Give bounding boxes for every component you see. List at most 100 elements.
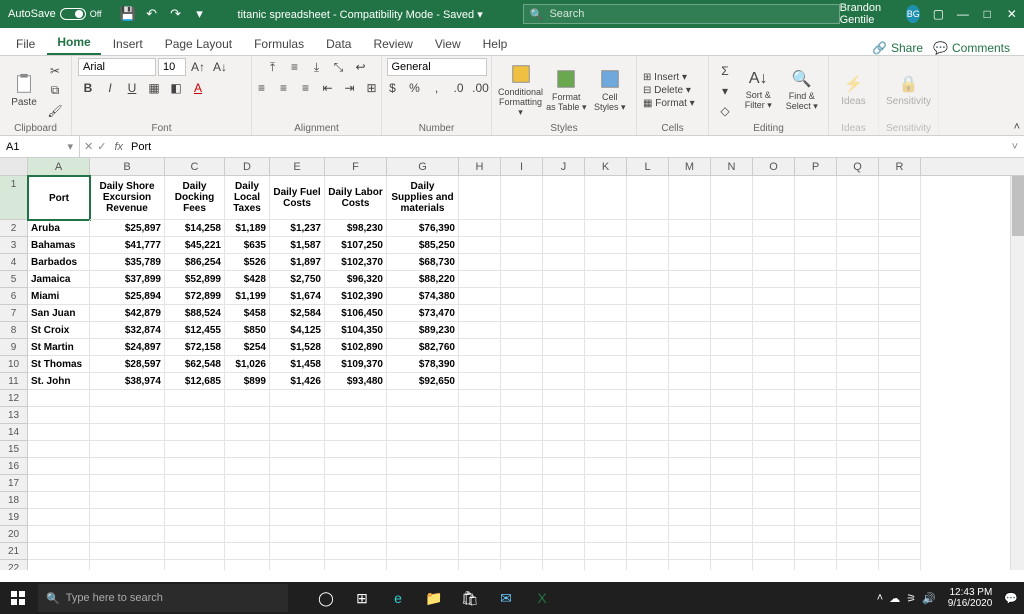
cell-H1[interactable] (459, 176, 501, 220)
cell-B4[interactable]: $35,789 (90, 254, 165, 271)
cell-C3[interactable]: $45,221 (165, 237, 225, 254)
cell-N7[interactable] (711, 305, 753, 322)
cell-M9[interactable] (669, 339, 711, 356)
cell-J12[interactable] (543, 390, 585, 407)
cell-A13[interactable] (28, 407, 90, 424)
decrease-indent-icon[interactable]: ⇤ (318, 79, 338, 97)
cell-G3[interactable]: $85,250 (387, 237, 459, 254)
cell-E6[interactable]: $1,674 (270, 288, 325, 305)
percent-icon[interactable]: % (405, 79, 425, 97)
cell-E16[interactable] (270, 458, 325, 475)
cell-P10[interactable] (795, 356, 837, 373)
autosum-icon[interactable]: Σ (715, 62, 735, 80)
cell-Q19[interactable] (837, 509, 879, 526)
cell-C11[interactable]: $12,685 (165, 373, 225, 390)
cell-L1[interactable] (627, 176, 669, 220)
cell-F14[interactable] (325, 424, 387, 441)
cell-I10[interactable] (501, 356, 543, 373)
cell-F22[interactable] (325, 560, 387, 570)
tab-view[interactable]: View (425, 33, 471, 55)
cell-F5[interactable]: $96,320 (325, 271, 387, 288)
cell-L17[interactable] (627, 475, 669, 492)
cell-Q4[interactable] (837, 254, 879, 271)
cell-K4[interactable] (585, 254, 627, 271)
cell-E9[interactable]: $1,528 (270, 339, 325, 356)
cell-H19[interactable] (459, 509, 501, 526)
cell-I2[interactable] (501, 220, 543, 237)
cell-O3[interactable] (753, 237, 795, 254)
cell-B11[interactable]: $38,974 (90, 373, 165, 390)
cell-G17[interactable] (387, 475, 459, 492)
cell-B19[interactable] (90, 509, 165, 526)
enter-formula-icon[interactable]: ✓ (97, 140, 106, 153)
format-as-table-button[interactable]: Format as Table ▾ (546, 68, 586, 113)
row-header-22[interactable]: 22 (0, 560, 28, 570)
cell-R14[interactable] (879, 424, 921, 441)
cell-styles-button[interactable]: Cell Styles ▾ (590, 68, 630, 113)
cell-A20[interactable] (28, 526, 90, 543)
cell-M3[interactable] (669, 237, 711, 254)
cell-A5[interactable]: Jamaica (28, 271, 90, 288)
insert-cells-button[interactable]: ⊞ Insert ▾ (643, 72, 695, 83)
cell-J6[interactable] (543, 288, 585, 305)
cell-Q3[interactable] (837, 237, 879, 254)
cell-O1[interactable] (753, 176, 795, 220)
row-header-8[interactable]: 8 (0, 322, 28, 339)
cell-E5[interactable]: $2,750 (270, 271, 325, 288)
tab-home[interactable]: Home (47, 31, 100, 55)
cell-J8[interactable] (543, 322, 585, 339)
cell-H16[interactable] (459, 458, 501, 475)
tab-page-layout[interactable]: Page Layout (155, 33, 242, 55)
row-header-7[interactable]: 7 (0, 305, 28, 322)
cell-M6[interactable] (669, 288, 711, 305)
col-header-P[interactable]: P (795, 158, 837, 175)
merge-icon[interactable]: ⊞ (362, 79, 382, 97)
cell-C5[interactable]: $52,899 (165, 271, 225, 288)
cell-G21[interactable] (387, 543, 459, 560)
cell-N10[interactable] (711, 356, 753, 373)
cell-C18[interactable] (165, 492, 225, 509)
cell-E21[interactable] (270, 543, 325, 560)
cell-J11[interactable] (543, 373, 585, 390)
cell-M13[interactable] (669, 407, 711, 424)
col-header-N[interactable]: N (711, 158, 753, 175)
sort-filter-button[interactable]: A↓Sort & Filter ▾ (738, 70, 779, 111)
cell-N12[interactable] (711, 390, 753, 407)
cell-M21[interactable] (669, 543, 711, 560)
row-header-18[interactable]: 18 (0, 492, 28, 509)
cell-O13[interactable] (753, 407, 795, 424)
cell-Q2[interactable] (837, 220, 879, 237)
cell-E14[interactable] (270, 424, 325, 441)
cell-J17[interactable] (543, 475, 585, 492)
row-header-17[interactable]: 17 (0, 475, 28, 492)
cell-F9[interactable]: $102,890 (325, 339, 387, 356)
share-button[interactable]: 🔗 Share (872, 41, 923, 55)
cell-P1[interactable] (795, 176, 837, 220)
cell-L15[interactable] (627, 441, 669, 458)
cell-B5[interactable]: $37,899 (90, 271, 165, 288)
cell-O19[interactable] (753, 509, 795, 526)
row-header-6[interactable]: 6 (0, 288, 28, 305)
cell-A6[interactable]: Miami (28, 288, 90, 305)
cell-G8[interactable]: $89,230 (387, 322, 459, 339)
cell-H14[interactable] (459, 424, 501, 441)
cell-H8[interactable] (459, 322, 501, 339)
cell-D7[interactable]: $458 (225, 305, 270, 322)
cell-G20[interactable] (387, 526, 459, 543)
cell-H15[interactable] (459, 441, 501, 458)
cell-I18[interactable] (501, 492, 543, 509)
cell-H21[interactable] (459, 543, 501, 560)
cell-M1[interactable] (669, 176, 711, 220)
cell-R10[interactable] (879, 356, 921, 373)
cell-J1[interactable] (543, 176, 585, 220)
cell-O6[interactable] (753, 288, 795, 305)
col-header-B[interactable]: B (90, 158, 165, 175)
cell-D3[interactable]: $635 (225, 237, 270, 254)
cell-P6[interactable] (795, 288, 837, 305)
search-box[interactable]: 🔍 Search (523, 4, 840, 24)
cell-F12[interactable] (325, 390, 387, 407)
cell-P13[interactable] (795, 407, 837, 424)
align-right-icon[interactable]: ≡ (296, 79, 316, 97)
cell-A4[interactable]: Barbados (28, 254, 90, 271)
cell-E22[interactable] (270, 560, 325, 570)
